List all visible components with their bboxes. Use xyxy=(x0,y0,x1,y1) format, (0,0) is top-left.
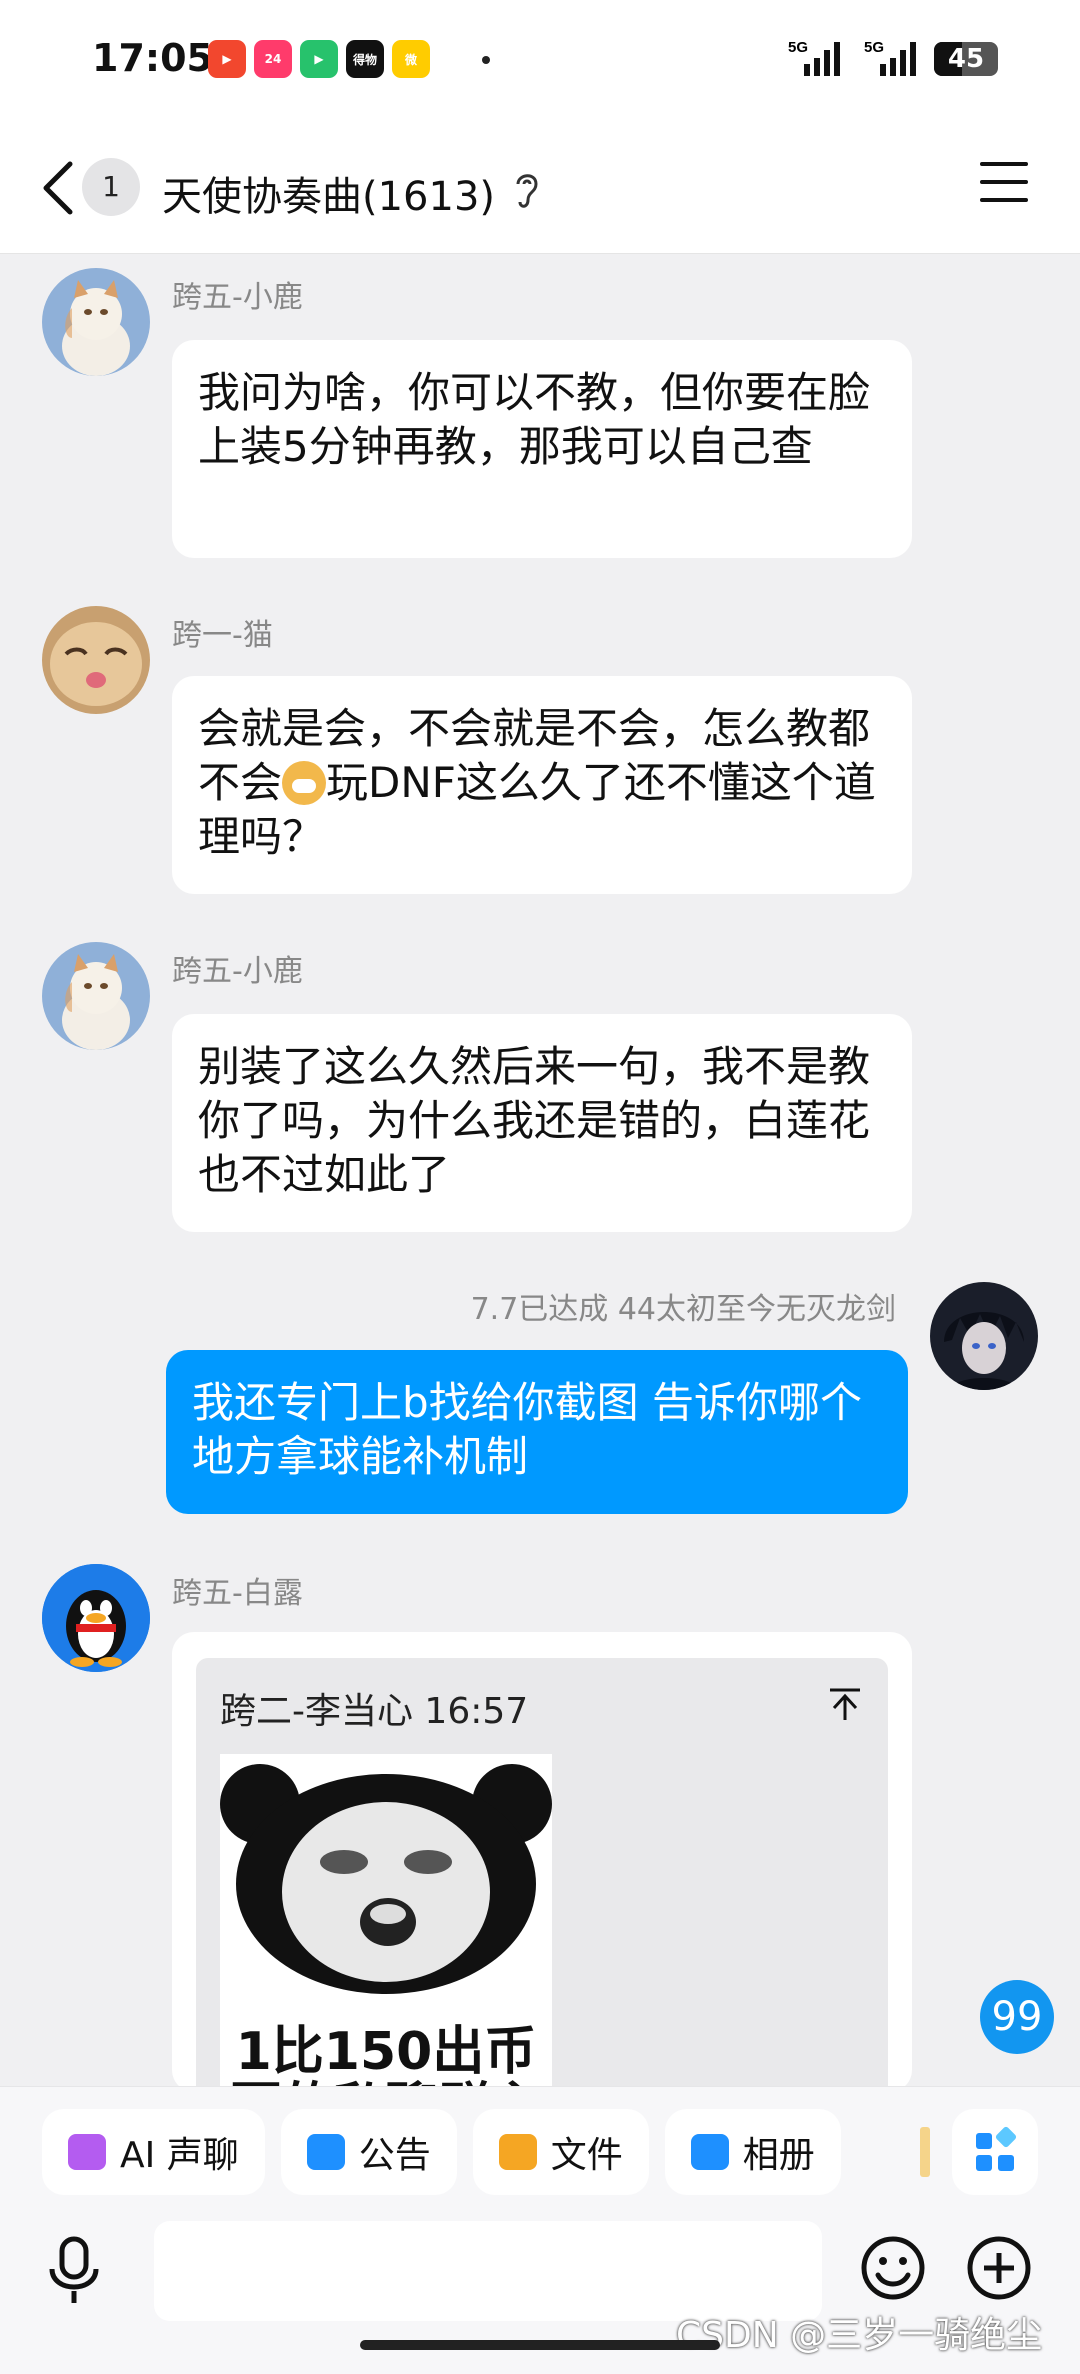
news-app-icon: 得物 xyxy=(346,40,384,78)
weibo-icon: 微 xyxy=(392,40,430,78)
chip-label: AI 声聊 xyxy=(120,2135,239,2176)
back-button[interactable] xyxy=(36,158,80,218)
notification-app-icons: ▶ 24 ▶ 得物微 xyxy=(208,40,430,78)
my-avatar[interactable] xyxy=(930,1282,1038,1390)
quote-header: 跨二-李当心 16:57 xyxy=(220,1691,529,1732)
status-bar: 17:05 ▶ 24 ▶ 得物微 5G 5G 45 xyxy=(0,0,1080,120)
chip-album[interactable]: 相册 xyxy=(664,2109,841,2195)
panda-meme-image[interactable]: 1比150出币 要的私聊群主 xyxy=(220,1754,552,2092)
quick-action-chips: AI 声聊 公告 文件 相册 xyxy=(42,2109,841,2195)
avatar[interactable] xyxy=(42,268,150,376)
chip-announcement[interactable]: 公告 xyxy=(280,2109,457,2195)
video-app-icon: ▶ xyxy=(208,40,246,78)
chat-header: 1 天使协奏曲(1613) xyxy=(0,120,1080,254)
meme-caption: 1比150出币 要的私聊群主 xyxy=(230,2022,542,2092)
sender-meta: 7.7已达成 44太初至今无灭龙剑 xyxy=(470,1292,896,1327)
sender-name: 跨一-猫 xyxy=(172,618,273,653)
avatar[interactable] xyxy=(42,942,150,1050)
microphone-icon[interactable] xyxy=(44,2235,104,2305)
emoji-button-icon[interactable] xyxy=(860,2235,926,2301)
my-message-bubble[interactable]: 我还专门上b找给你截图 告诉你哪个地方拿球能补机制 xyxy=(166,1350,908,1514)
quoted-message-card[interactable]: 跨二-李当心 16:57 1比150出币 要的私聊群主 xyxy=(172,1632,912,2092)
overflow-chip-edge xyxy=(920,2127,930,2177)
plus-button-icon[interactable] xyxy=(966,2235,1032,2301)
sender-name: 跨五-小鹿 xyxy=(172,954,303,989)
announcement-icon xyxy=(306,2134,345,2170)
more-apps-button[interactable] xyxy=(952,2109,1038,2195)
chip-ai-voice[interactable]: AI 声聊 xyxy=(42,2109,265,2195)
player-app-icon: ▶ xyxy=(300,40,338,78)
chip-folder[interactable]: 文件 xyxy=(472,2109,649,2195)
new-messages-badge[interactable]: 99 xyxy=(980,1980,1054,2054)
message-bubble[interactable]: 我问为啥，你可以不教，但你要在脸上装5分钟再教，那我可以自己查 xyxy=(172,340,912,558)
quote-block: 跨二-李当心 16:57 1比150出币 要的私聊群主 xyxy=(196,1658,888,2092)
chip-label: 公告 xyxy=(358,2135,431,2176)
avatar[interactable] xyxy=(42,1564,150,1672)
chip-label: 相册 xyxy=(742,2135,815,2176)
group-title[interactable]: 天使协奏曲(1613) xyxy=(162,164,495,222)
more-notifications-dot xyxy=(482,56,490,64)
menu-button[interactable] xyxy=(980,162,1028,206)
listen-mode-ear-icon[interactable] xyxy=(512,168,542,210)
ai-voice-icon xyxy=(68,2134,106,2170)
collapse-quote-icon[interactable] xyxy=(828,1686,862,1722)
chip-label: 文件 xyxy=(550,2135,623,2176)
folder-icon xyxy=(498,2134,537,2170)
sender-name: 跨五-白露 xyxy=(172,1576,303,1611)
unread-count-badge[interactable]: 1 xyxy=(82,158,140,216)
svg-text:5G: 5G xyxy=(864,39,884,56)
avatar[interactable] xyxy=(42,606,150,714)
signal-5g-icon: 5G xyxy=(864,39,916,76)
message-bubble[interactable]: 别装了这么久然后来一句，我不是教你了吗，为什么我还是错的，白莲花也不过如此了 xyxy=(172,1014,912,1232)
home-indicator[interactable] xyxy=(360,2340,720,2350)
message-bubble[interactable]: 会就是会，不会就是不会，怎么教都不会 玩DNF这么久了还不懂这个道理吗？ xyxy=(172,676,912,894)
watermark: CSDN @三岁一骑绝尘 xyxy=(676,2315,1043,2356)
battery-icon: 45 xyxy=(934,42,998,76)
shopping-app-icon: 24 xyxy=(254,40,292,78)
dog-emoji-icon xyxy=(282,761,327,805)
apps-grid-icon xyxy=(976,2126,1017,2171)
sender-name: 跨五-小鹿 xyxy=(172,280,303,315)
status-time: 17:05 xyxy=(92,36,213,80)
album-icon xyxy=(690,2134,729,2170)
svg-text:5G: 5G xyxy=(788,39,808,56)
signal-5g-icon: 5G xyxy=(788,39,840,76)
